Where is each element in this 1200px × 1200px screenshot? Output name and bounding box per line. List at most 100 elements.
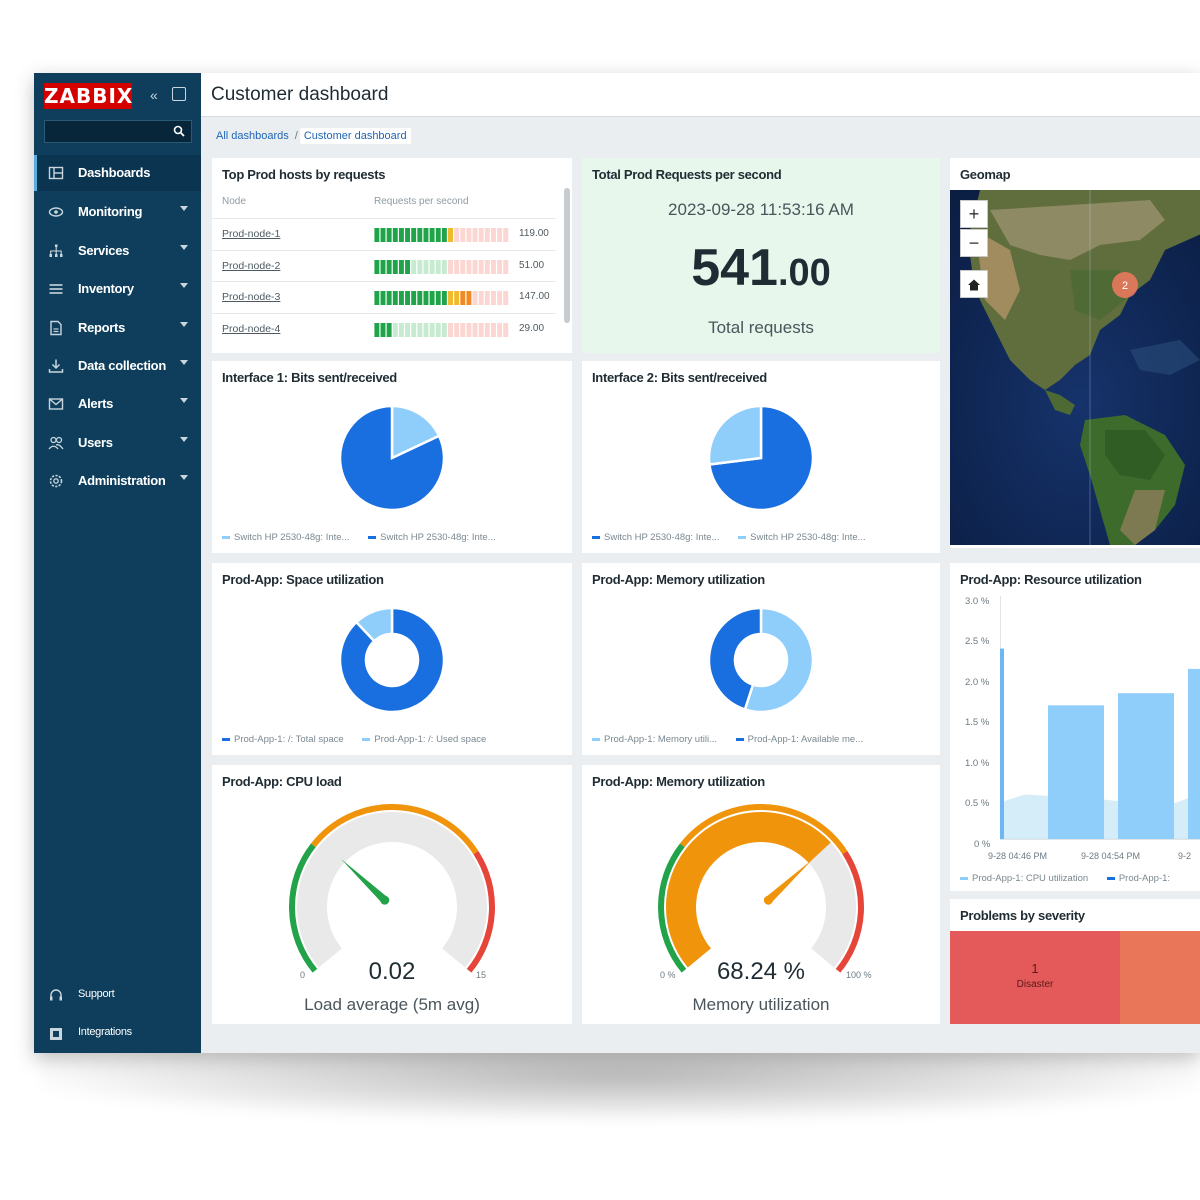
widget-resource-utilization[interactable]: Prod-App: Resource utilization 3.0 % 2.5… [950, 563, 1200, 891]
list-icon [49, 284, 63, 294]
widget-title: Prod-App: Memory utilization [592, 774, 765, 789]
bar-segment [380, 260, 386, 274]
sidebar-item-inventory[interactable]: Inventory [34, 271, 201, 307]
column-header-requests: Requests per second [374, 196, 469, 207]
widget-interface2-pie[interactable]: Interface 2: Bits sent/received Switch H… [582, 361, 940, 553]
sidebar-item-monitoring[interactable]: Monitoring [34, 194, 201, 230]
dashboard-icon [48, 166, 64, 180]
host-link[interactable]: Prod-node-1 [222, 228, 280, 240]
bar-segment [441, 291, 447, 305]
kiosk-mode-icon[interactable] [172, 87, 186, 101]
bar-segment [435, 291, 441, 305]
severity-disaster[interactable]: 1 Disaster [950, 931, 1120, 1024]
gauge-value-arc [666, 812, 831, 968]
y-tick-label: 0 % [974, 839, 991, 850]
widget-title: Interface 2: Bits sent/received [592, 370, 767, 385]
chevron-down-icon [180, 322, 188, 327]
widget-geomap[interactable]: Geomap 2 + − [950, 158, 1200, 548]
gauge-track [297, 812, 487, 968]
widget-space-utilization[interactable]: Prod-App: Space utilization Prod-App-1: … [212, 563, 572, 755]
severity-high[interactable] [1120, 931, 1200, 1024]
bar [1048, 705, 1104, 839]
bar-segment [374, 228, 380, 242]
bar-segment [490, 260, 496, 274]
sidebar-item-label: Integrations [78, 1026, 132, 1038]
zabbix-logo[interactable]: ZABBIX [44, 83, 132, 109]
breadcrumb-all-dashboards[interactable]: All dashboards [212, 128, 293, 144]
widget-memory-utilization-donut[interactable]: Prod-App: Memory utilization Prod-App-1:… [582, 563, 940, 755]
sidebar-item-services[interactable]: Services [34, 233, 201, 269]
request-bar [374, 228, 509, 242]
screenshot-stage: ZABBIX « Dashboards Monitoring Services … [0, 0, 1200, 1200]
x-tick-label: 9-2 [1178, 851, 1192, 861]
widget-total-requests[interactable]: Total Prod Requests per second 2023-09-2… [582, 158, 940, 353]
bar-segment [417, 260, 423, 274]
request-bar [374, 291, 509, 305]
item-value: 541.00 [582, 238, 940, 298]
sidebar-search-input[interactable] [44, 120, 192, 143]
widget-problems-by-severity[interactable]: Problems by severity 1 Disaster [950, 899, 1200, 1024]
chart-legend: Prod-App-1: /: Total space Prod-App-1: /… [222, 734, 502, 745]
bar-segment [411, 260, 417, 274]
bar [1118, 693, 1174, 839]
bar-segment [441, 228, 447, 242]
widget-cpu-load[interactable]: Prod-App: CPU load 0 15 0.02 Load averag… [212, 765, 572, 1024]
gauge-description: Load average (5m avg) [304, 995, 480, 1014]
users-icon [48, 436, 64, 450]
bar-segment [478, 228, 484, 242]
bar-segment [448, 323, 453, 337]
widget-title: Prod-App: Resource utilization [960, 572, 1142, 587]
bar-segment [460, 323, 466, 337]
bar-segment [454, 228, 460, 242]
legend-label: Prod-App-1: /: Total space [234, 734, 344, 745]
donut-chart [707, 606, 815, 714]
legend-swatch [362, 737, 371, 741]
gauge-min: 0 % [660, 970, 676, 980]
bar-segment [386, 323, 392, 337]
bar-segment [490, 291, 496, 305]
bar-segment [441, 260, 447, 274]
sidebar-item-alerts[interactable]: Alerts [34, 386, 201, 422]
sidebar-item-support[interactable]: Support [34, 978, 201, 1014]
sidebar-item-reports[interactable]: Reports [34, 310, 201, 346]
bar-segment [472, 323, 478, 337]
gauge-max: 15 [476, 970, 487, 980]
request-value: 147.00 [519, 291, 550, 302]
gear-icon [49, 474, 63, 488]
bar-segment [497, 323, 503, 337]
widget-memory-gauge[interactable]: Prod-App: Memory utilization 0 % 100 % 6… [582, 765, 940, 1024]
scrollbar-thumb[interactable] [564, 188, 570, 323]
zoom-out-button[interactable]: − [960, 229, 988, 257]
legend-swatch [222, 535, 230, 539]
bar [1188, 668, 1200, 839]
sidebar-item-label: Support [78, 988, 115, 1000]
legend-item: Prod-App-1: CPU utilization [960, 873, 1088, 884]
bar-segment [429, 228, 435, 242]
bar-segment [441, 323, 447, 337]
zoom-in-button[interactable]: + [960, 200, 988, 228]
sidebar-item-users[interactable]: Users [34, 425, 201, 461]
legend-swatch [592, 535, 600, 539]
search-icon[interactable] [173, 125, 185, 137]
widget-title: Interface 1: Bits sent/received [222, 370, 397, 385]
host-link[interactable]: Prod-node-3 [222, 291, 280, 303]
bar-segment [429, 323, 435, 337]
collapse-sidebar-icon[interactable]: « [150, 86, 164, 104]
breadcrumb-current[interactable]: Customer dashboard [299, 128, 411, 144]
request-value: 51.00 [519, 260, 545, 271]
host-link[interactable]: Prod-node-2 [222, 260, 280, 272]
sidebar-item-integrations[interactable]: Integrations [34, 1016, 201, 1052]
legend-item: Prod-App-1: /: Total space [222, 734, 344, 745]
home-view-button[interactable] [960, 270, 988, 298]
sidebar-item-data-collection[interactable]: Data collection [34, 348, 201, 384]
sidebar-item-dashboards[interactable]: Dashboards [34, 155, 201, 191]
widget-interface1-pie[interactable]: Interface 1: Bits sent/received Switch H… [212, 361, 572, 553]
legend-label: Prod-App-1: [1118, 873, 1171, 884]
host-link[interactable]: Prod-node-4 [222, 323, 280, 335]
bar-segment [392, 291, 398, 305]
bar-segment [503, 291, 509, 305]
legend-label: Prod-App-1: CPU utilization [972, 873, 1089, 884]
pie-chart [707, 404, 815, 512]
widget-top-hosts[interactable]: Top Prod hosts by requests Node Requests… [212, 158, 572, 353]
sidebar-item-administration[interactable]: Administration [34, 463, 201, 499]
